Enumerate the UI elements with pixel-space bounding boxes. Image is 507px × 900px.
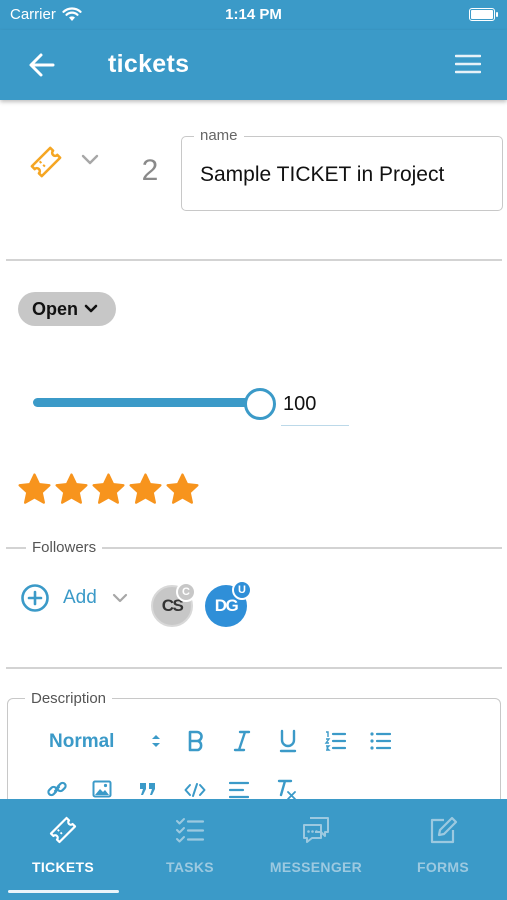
name-field-value[interactable]: Sample TICKET in Project: [200, 163, 444, 187]
tab-tickets[interactable]: TICKETS: [0, 799, 126, 900]
back-arrow-icon[interactable]: [28, 52, 56, 78]
star-icon[interactable]: [17, 472, 52, 507]
divider: [6, 667, 502, 669]
add-follower-button[interactable]: Add: [20, 583, 129, 613]
hamburger-menu-icon[interactable]: [455, 53, 481, 75]
tab-label: MESSENGER: [269, 859, 363, 875]
tab-messenger[interactable]: MESSENGER: [253, 799, 379, 900]
code-block-icon[interactable]: [184, 782, 206, 798]
add-follower-label: Add: [63, 587, 97, 608]
format-select-arrows-icon[interactable]: [150, 733, 162, 749]
avatar-initials: DG: [214, 596, 239, 615]
tab-label: TASKS: [166, 859, 214, 875]
ticket-type-icon[interactable]: [27, 143, 65, 181]
followers-label: Followers: [26, 539, 103, 556]
link-icon[interactable]: [46, 779, 68, 799]
add-circle-icon: [21, 584, 49, 612]
clear-formatting-icon[interactable]: [276, 778, 298, 800]
star-icon[interactable]: [128, 472, 163, 507]
chevron-down-icon[interactable]: [80, 152, 100, 168]
chevron-down-icon: [84, 304, 98, 313]
tab-label: TICKETS: [32, 859, 94, 875]
progress-slider-track[interactable]: [33, 398, 261, 407]
ticket-name-field[interactable]: name Sample TICKET in Project: [181, 127, 503, 211]
battery-icon: [469, 8, 498, 21]
italic-icon[interactable]: [232, 730, 252, 752]
avatar[interactable]: DG U: [205, 580, 252, 627]
tab-tasks[interactable]: TASKS: [127, 799, 253, 900]
star-icon[interactable]: [91, 472, 126, 507]
app-bar: tickets: [0, 30, 507, 100]
avatar-badge: U: [232, 580, 252, 600]
avatar-badge: C: [176, 582, 196, 602]
blockquote-icon[interactable]: [138, 781, 158, 797]
align-icon[interactable]: [229, 781, 249, 799]
underline-icon[interactable]: [278, 729, 298, 753]
ticket-icon: [49, 816, 77, 844]
page-title: tickets: [108, 50, 190, 78]
checklist-icon: [176, 818, 205, 843]
description-label: Description: [25, 690, 113, 707]
status-bar: Carrier 1:14 PM: [0, 0, 507, 30]
bottom-tab-bar: TICKETS TASKS MESSENGER FORMS: [0, 799, 507, 900]
clock: 1:14 PM: [225, 6, 282, 23]
status-label: Open: [32, 298, 79, 319]
format-select-value: Normal: [49, 731, 115, 752]
ticket-number: 2: [141, 154, 159, 187]
progress-slider-thumb[interactable]: [244, 388, 276, 420]
star-icon[interactable]: [54, 472, 89, 507]
image-icon[interactable]: [92, 780, 112, 798]
progress-value-input[interactable]: 100: [281, 390, 349, 426]
chevron-down-icon: [112, 593, 127, 603]
tab-label: FORMS: [416, 859, 470, 875]
bold-icon[interactable]: [186, 730, 206, 752]
edit-form-icon: [430, 816, 458, 844]
star-icon[interactable]: [165, 472, 200, 507]
ordered-list-icon[interactable]: [324, 730, 346, 752]
tab-forms[interactable]: FORMS: [380, 799, 506, 900]
active-tab-indicator: [8, 890, 119, 893]
bullet-list-icon[interactable]: [369, 730, 391, 752]
name-field-label: name: [194, 127, 244, 144]
format-select[interactable]: Normal: [49, 731, 114, 753]
avatar[interactable]: CS C: [151, 582, 196, 627]
status-dropdown[interactable]: Open: [18, 292, 116, 326]
star-rating[interactable]: [17, 472, 200, 507]
chat-icon: [303, 817, 329, 843]
divider: [6, 259, 502, 261]
